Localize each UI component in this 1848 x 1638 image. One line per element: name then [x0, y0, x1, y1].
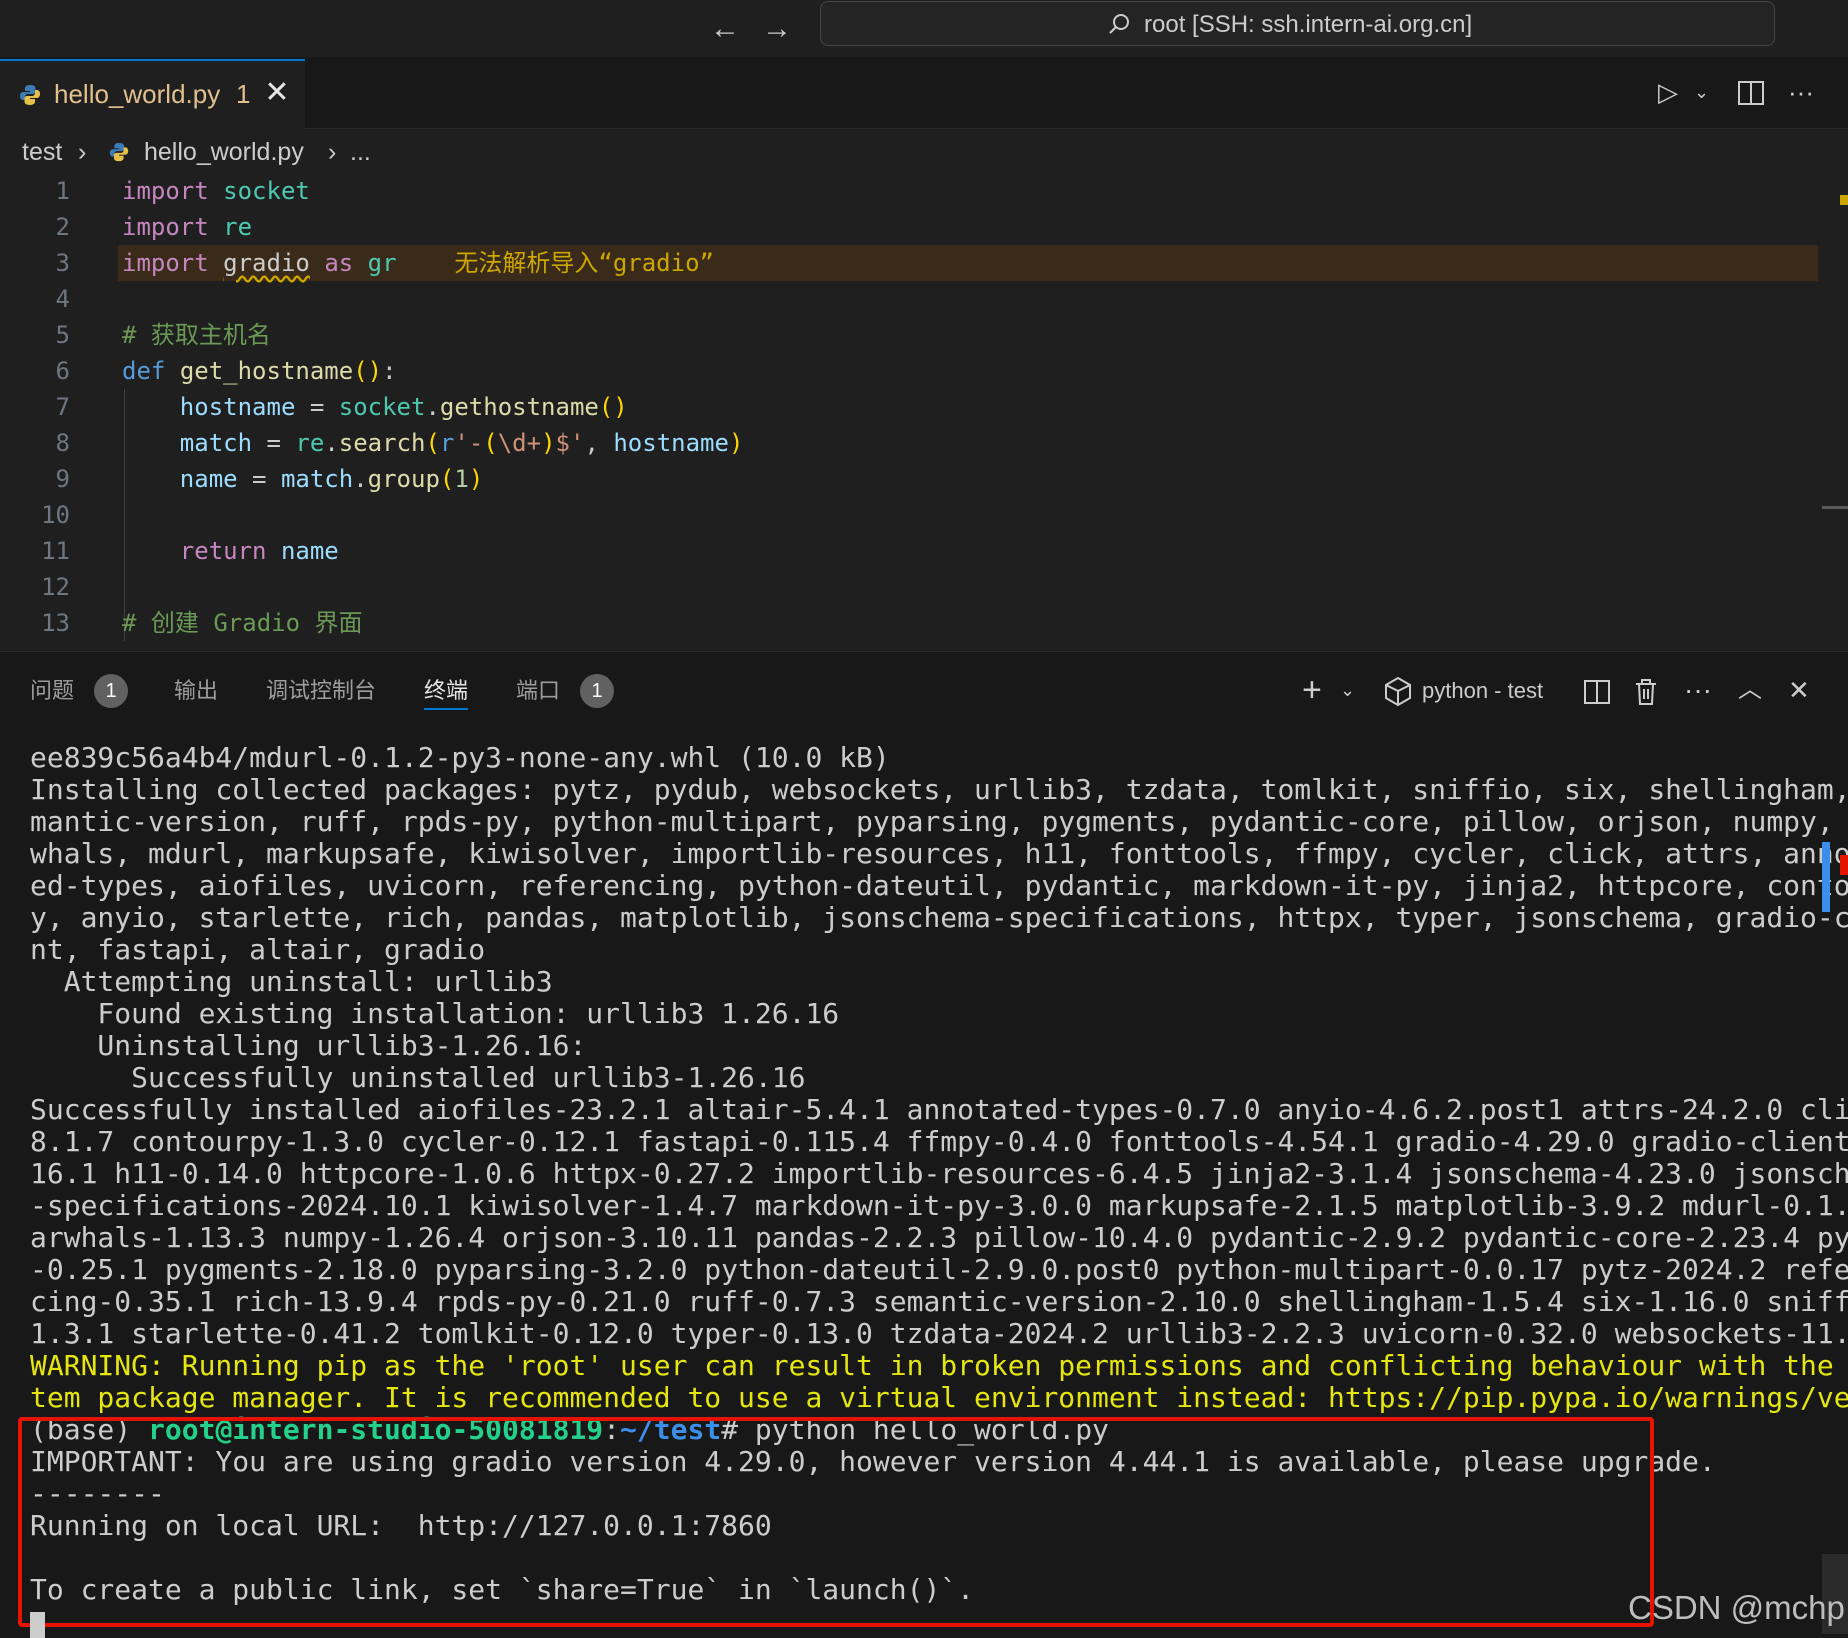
trash-icon[interactable]: [1634, 678, 1658, 706]
terminal-line: ed-types, aiofiles, uvicorn, referencing…: [30, 869, 1848, 902]
arrow-right-icon[interactable]: →: [762, 14, 792, 44]
line-number: 8: [55, 429, 70, 457]
terminal-line: -0.25.1 pygments-2.18.0 pyparsing-3.2.0 …: [30, 1253, 1848, 1286]
tab-problems[interactable]: 问题: [30, 674, 74, 708]
breadcrumb-more[interactable]: ...: [350, 137, 371, 167]
line-number: 13: [41, 609, 70, 637]
terminal-cursor: [30, 1612, 45, 1638]
arrow-left-icon[interactable]: ←: [710, 14, 740, 44]
chevron-right-icon: ›: [78, 138, 87, 166]
terminal-line: arwhals-1.13.3 numpy-1.26.4 orjson-3.10.…: [30, 1221, 1848, 1254]
python-file-icon: [109, 142, 129, 162]
tab-problem-count: 1: [236, 79, 251, 109]
maximize-panel-icon[interactable]: ︿: [1738, 672, 1762, 708]
breadcrumb-file[interactable]: hello_world.py: [144, 137, 304, 167]
code-line: def get_hostname():: [122, 357, 397, 385]
breadcrumb: test › hello_world.py › ...: [0, 129, 1848, 173]
split-terminal-icon[interactable]: [1584, 680, 1610, 704]
tab-filename: hello_world.py: [54, 79, 221, 109]
terminal-line: ee839c56a4b4/mdurl-0.1.2-py3-none-any.wh…: [30, 741, 890, 774]
tab-ports[interactable]: 端口: [516, 674, 560, 708]
terminal-line: Found existing installation: urllib3 1.2…: [30, 997, 840, 1030]
watermark: CSDN @mchp: [1628, 1589, 1845, 1626]
editor-tab-bar: hello_world.py 1 ✕ ▷ ⌄ ···: [0, 57, 1848, 129]
run-icon[interactable]: ▷: [1658, 75, 1678, 109]
code-line: match = re.search(r'-(\d+)$', hostname): [179, 429, 744, 457]
more-actions-icon[interactable]: ···: [1684, 672, 1712, 708]
ports-badge: 1: [580, 674, 614, 708]
tab-terminal[interactable]: 终端: [424, 674, 469, 710]
scrollbar-thumb[interactable]: [1822, 506, 1848, 509]
line-number: 2: [55, 213, 70, 241]
python-file-icon: [20, 85, 40, 105]
search-icon: [1109, 14, 1129, 34]
line-number: 1: [55, 177, 70, 205]
terminal-name[interactable]: python - test: [1422, 674, 1543, 708]
scrollbar-warning-marker: [1840, 195, 1848, 205]
scrollbar-marker: [1822, 842, 1830, 912]
code-line: hostname = socket.gethostname(): [179, 393, 628, 421]
tab-debug-console[interactable]: 调试控制台: [266, 674, 376, 708]
line-number: 12: [41, 573, 70, 601]
problems-badge: 1: [94, 674, 128, 708]
tab-hello-world[interactable]: hello_world.py 1 ✕: [0, 59, 305, 129]
command-center-label: root [SSH: ssh.intern-ai.org.cn]: [1144, 11, 1473, 38]
code-line: import gradio as gr 无法解析导入“gradio”: [122, 249, 714, 277]
close-icon[interactable]: ✕: [262, 75, 292, 111]
terminal-line: Attempting uninstall: urllib3: [30, 965, 553, 998]
terminal-line: Uninstalling urllib3-1.26.16:: [30, 1029, 587, 1062]
inline-diagnostic: 无法解析导入“gradio”: [454, 249, 714, 277]
chevron-down-icon[interactable]: ⌄: [1694, 75, 1709, 109]
line-number: 7: [55, 393, 70, 421]
terminal-line: whals, mdurl, markupsafe, kiwisolver, im…: [30, 837, 1848, 870]
line-number: 5: [55, 321, 70, 349]
close-panel-icon[interactable]: ✕: [1788, 672, 1810, 708]
plus-icon[interactable]: +: [1302, 672, 1322, 708]
highlight-box: [18, 1417, 1654, 1627]
code-line: name = match.group(1): [179, 465, 484, 493]
terminal-line: cing-0.35.1 rich-13.9.4 rpds-py-0.21.0 r…: [30, 1285, 1848, 1318]
terminal-line: nt, fastapi, altair, gradio: [30, 933, 486, 966]
scrollbar-error-marker: [1840, 855, 1848, 875]
breadcrumb-folder[interactable]: test: [22, 137, 62, 167]
code-comment: # 创建 Gradio 界面: [122, 609, 363, 637]
terminal-line: mantic-version, ruff, rpds-py, python-mu…: [30, 805, 1848, 838]
chevron-down-icon[interactable]: ⌄: [1340, 672, 1355, 708]
code-editor[interactable]: 1 2 3 4 5 6 7 8 9 10 11 12 13 import soc…: [0, 173, 1848, 651]
code-line: import socket: [122, 177, 310, 205]
terminal-line: Successfully uninstalled urllib3-1.26.16: [30, 1061, 806, 1094]
terminal-line: -specifications-2024.10.1 kiwisolver-1.4…: [30, 1189, 1848, 1222]
tab-output[interactable]: 输出: [174, 674, 218, 708]
line-number: 10: [41, 501, 70, 529]
title-bar: ← → root [SSH: ssh.intern-ai.org.cn]: [0, 0, 1848, 57]
code-comment: # 获取主机名: [122, 321, 271, 349]
terminal-line: Installing collected packages: pytz, pyd…: [30, 773, 1848, 806]
terminal-warning-line: WARNING: Running pip as the 'root' user …: [30, 1349, 1848, 1382]
terminal-line: Successfully installed aiofiles-23.2.1 a…: [30, 1093, 1848, 1126]
code-line: import re: [122, 213, 253, 241]
line-number: 6: [55, 357, 70, 385]
line-number: 9: [55, 465, 70, 493]
terminal-line: 8.1.7 contourpy-1.3.0 cycler-0.12.1 fast…: [30, 1125, 1848, 1158]
line-number: 11: [41, 537, 70, 565]
line-number: 4: [55, 285, 70, 313]
terminal-line: 1.3.1 starlette-0.41.2 tomlkit-0.12.0 ty…: [30, 1317, 1848, 1350]
command-center[interactable]: root [SSH: ssh.intern-ai.org.cn]: [820, 1, 1775, 46]
more-actions-icon[interactable]: ···: [1788, 75, 1814, 109]
line-number: 3: [55, 249, 70, 277]
terminal-warning-line: tem package manager. It is recommended t…: [30, 1381, 1848, 1414]
split-editor-icon[interactable]: [1738, 81, 1764, 105]
terminal-shell-icon: [1385, 676, 1411, 706]
chevron-right-icon: ›: [328, 138, 337, 166]
terminal-line: y, anyio, starlette, rich, pandas, matpl…: [30, 901, 1848, 934]
code-line: return name: [179, 537, 339, 565]
terminal-line: 16.1 h11-0.14.0 httpcore-1.0.6 httpx-0.2…: [30, 1157, 1848, 1190]
